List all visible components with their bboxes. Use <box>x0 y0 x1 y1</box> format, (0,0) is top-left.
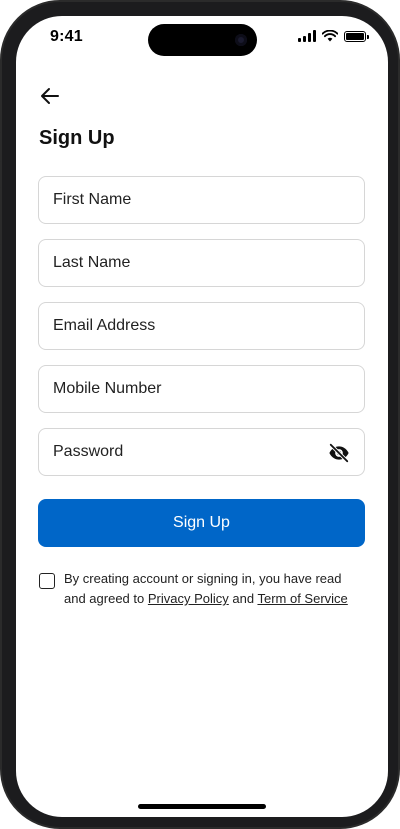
first-name-input[interactable] <box>39 177 364 223</box>
email-field[interactable] <box>38 302 365 350</box>
terms-of-service-link[interactable]: Term of Service <box>257 591 347 606</box>
mobile-field[interactable] <box>38 365 365 413</box>
action-button <box>0 132 1 162</box>
terms-conjunction: and <box>228 591 258 606</box>
camera-icon <box>235 34 247 46</box>
last-name-field[interactable] <box>38 239 365 287</box>
password-field[interactable] <box>38 428 365 476</box>
page-title: Sign Up <box>39 127 115 149</box>
status-time: 9:41 <box>50 28 83 45</box>
last-name-input[interactable] <box>39 240 364 286</box>
volume-up-button <box>0 187 1 245</box>
phone-frame: 9:41 Sign Up First Name Last Name Email … <box>0 0 400 829</box>
email-input[interactable] <box>39 303 364 349</box>
dynamic-island <box>148 24 257 56</box>
eye-off-icon[interactable] <box>328 442 350 464</box>
mobile-input[interactable] <box>39 366 364 412</box>
back-arrow-icon[interactable] <box>38 84 62 108</box>
status-icons <box>298 30 369 42</box>
password-input[interactable] <box>39 429 364 475</box>
first-name-field[interactable] <box>38 176 365 224</box>
battery-icon <box>344 30 369 42</box>
volume-down-button <box>0 257 1 315</box>
screen: 9:41 Sign Up First Name Last Name Email … <box>16 16 388 817</box>
privacy-policy-link[interactable]: Privacy Policy <box>148 591 229 606</box>
home-indicator[interactable] <box>138 804 266 809</box>
sign-up-button[interactable]: Sign Up <box>38 499 365 547</box>
wifi-icon <box>322 30 338 42</box>
cellular-signal-icon <box>298 30 316 42</box>
terms-text: By creating account or signing in, you h… <box>64 569 364 609</box>
terms-checkbox[interactable] <box>39 573 55 589</box>
